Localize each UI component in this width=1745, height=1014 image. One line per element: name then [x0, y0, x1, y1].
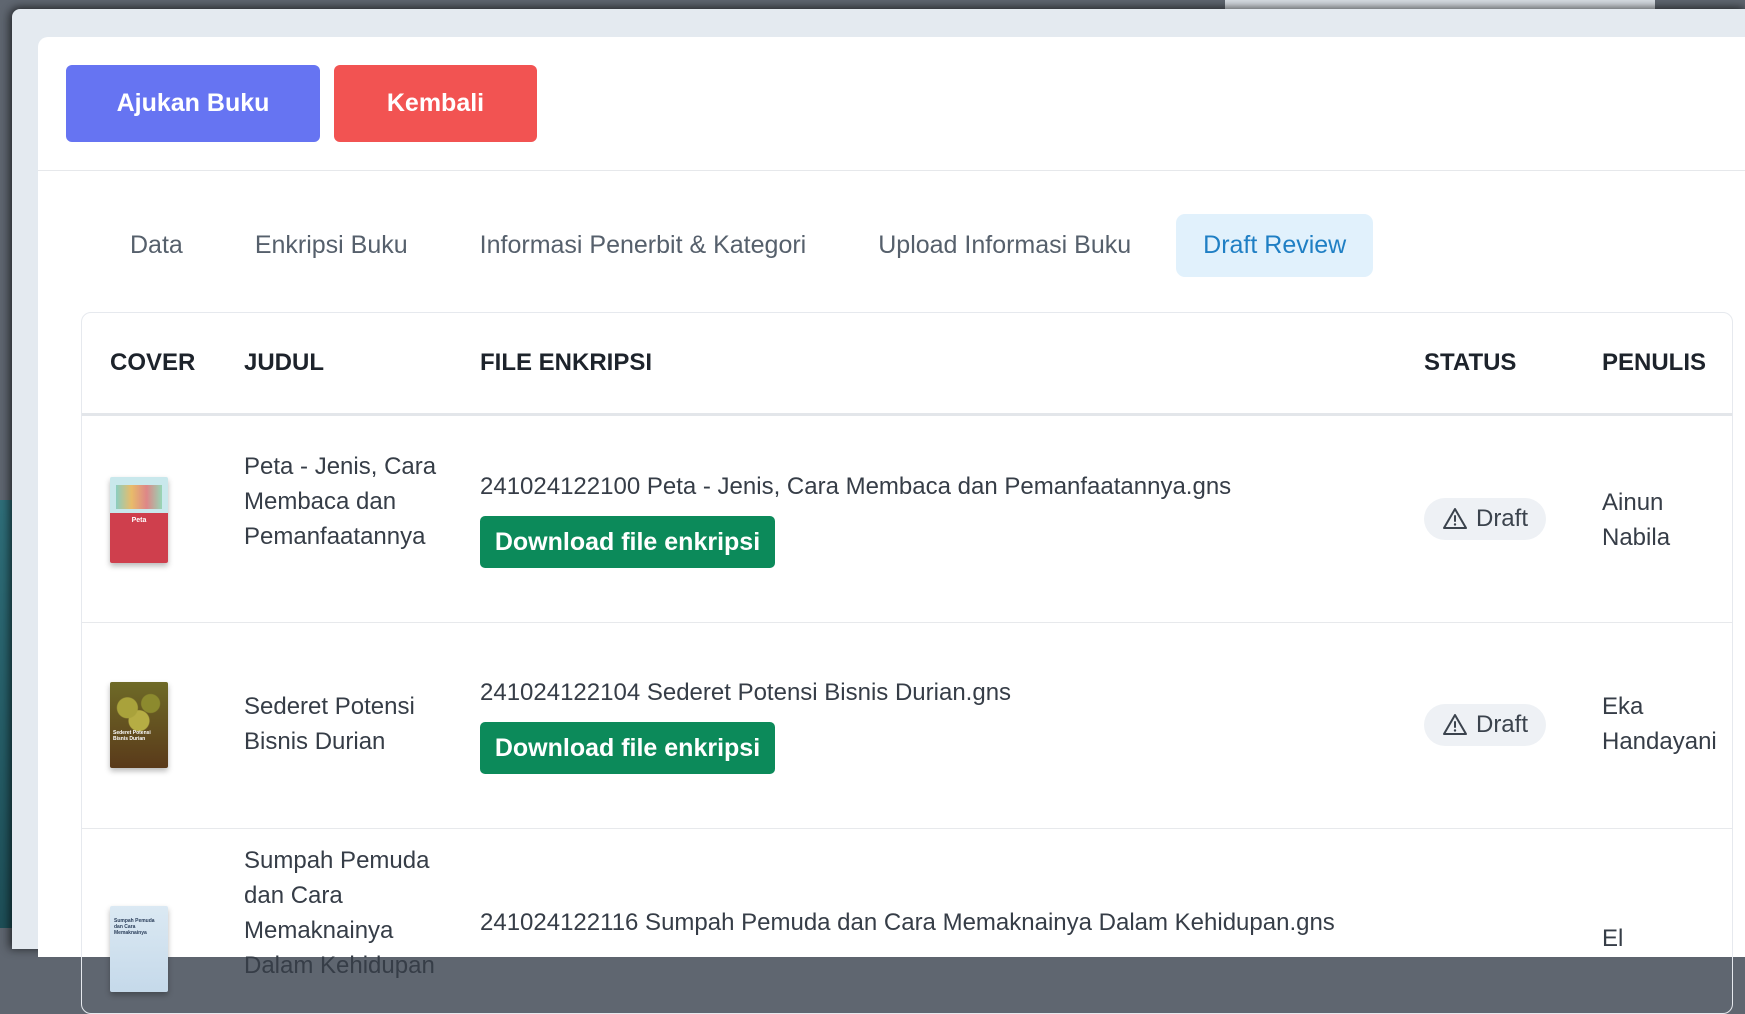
tab-enkripsi-buku[interactable]: Enkripsi Buku	[228, 214, 435, 277]
main-card: Ajukan Buku Kembali Data Enkripsi Buku I…	[38, 37, 1745, 1014]
tab-bar: Data Enkripsi Buku Informasi Penerbit & …	[103, 214, 1391, 277]
column-header-judul: JUDUL	[244, 349, 325, 376]
table-header: COVER JUDUL FILE ENKRIPSI STATUS PENULIS	[82, 313, 1732, 416]
column-header-file: FILE ENKRIPSI	[480, 349, 653, 376]
download-encrypted-file-button[interactable]: Download file enkripsi	[480, 516, 775, 568]
app-window: Ajukan Buku Kembali Data Enkripsi Buku I…	[12, 9, 1745, 1014]
kembali-button[interactable]: Kembali	[334, 65, 537, 142]
warning-icon	[1442, 714, 1467, 735]
column-header-penulis: PENULIS	[1602, 349, 1707, 376]
book-cover-image[interactable]: Sederet Potensi Bisnis Durian	[110, 682, 168, 768]
book-title: Peta - Jenis, Cara Membaca dan Pemanfaat…	[244, 453, 437, 550]
book-title: Sumpah Pemuda dan Cara Memaknainya Dalam…	[244, 847, 435, 979]
tab-informasi-penerbit-kategori[interactable]: Informasi Penerbit & Kategori	[453, 214, 834, 277]
book-cover-image[interactable]: Sumpah Pemuda dan Cara Memaknainya	[110, 906, 168, 992]
encrypted-file-name: 241024122116 Sumpah Pemuda dan Cara Mema…	[480, 909, 1335, 936]
table-row: Sumpah Pemuda dan Cara Memaknainya Sumpa…	[82, 829, 1732, 1013]
cover-art-decoration	[116, 485, 162, 509]
header-divider	[38, 170, 1745, 171]
cover-title: Peta	[131, 517, 147, 524]
warning-icon	[1442, 508, 1467, 529]
status-label: Draft	[1475, 711, 1528, 738]
column-header-cover: COVER	[110, 349, 196, 376]
cover-title: Sederet Potensi Bisnis Durian	[113, 730, 151, 742]
tab-upload-informasi-buku[interactable]: Upload Informasi Buku	[851, 214, 1158, 277]
status-label: Draft	[1475, 505, 1528, 532]
status-badge: Draft	[1424, 498, 1546, 540]
author-name: El	[1602, 925, 1624, 952]
cover-title: Sumpah Pemuda dan Cara Memaknainya	[114, 918, 155, 936]
encrypted-file-name: 241024122104 Sederet Potensi Bisnis Duri…	[480, 679, 1012, 706]
book-cover-image[interactable]: Peta	[110, 477, 168, 563]
ajukan-buku-button[interactable]: Ajukan Buku	[66, 65, 320, 142]
book-title: Sederet Potensi Bisnis Durian	[244, 693, 415, 755]
status-badge: Draft	[1424, 704, 1546, 746]
tab-data[interactable]: Data	[103, 214, 210, 277]
column-header-status: STATUS	[1424, 349, 1517, 376]
author-name: Eka Handayani	[1602, 693, 1717, 755]
table-row: Sederet Potensi Bisnis Durian Sederet Po…	[82, 623, 1732, 829]
table-row: Peta Peta - Jenis, Cara Membaca dan Pema…	[82, 416, 1732, 623]
download-encrypted-file-button[interactable]: Download file enkripsi	[480, 722, 775, 774]
encrypted-file-name: 241024122100 Peta - Jenis, Cara Membaca …	[480, 473, 1232, 500]
author-name: Ainun Nabila	[1602, 489, 1671, 551]
draft-table: COVER JUDUL FILE ENKRIPSI STATUS PENULIS…	[81, 312, 1733, 1014]
tab-draft-review[interactable]: Draft Review	[1176, 214, 1374, 277]
